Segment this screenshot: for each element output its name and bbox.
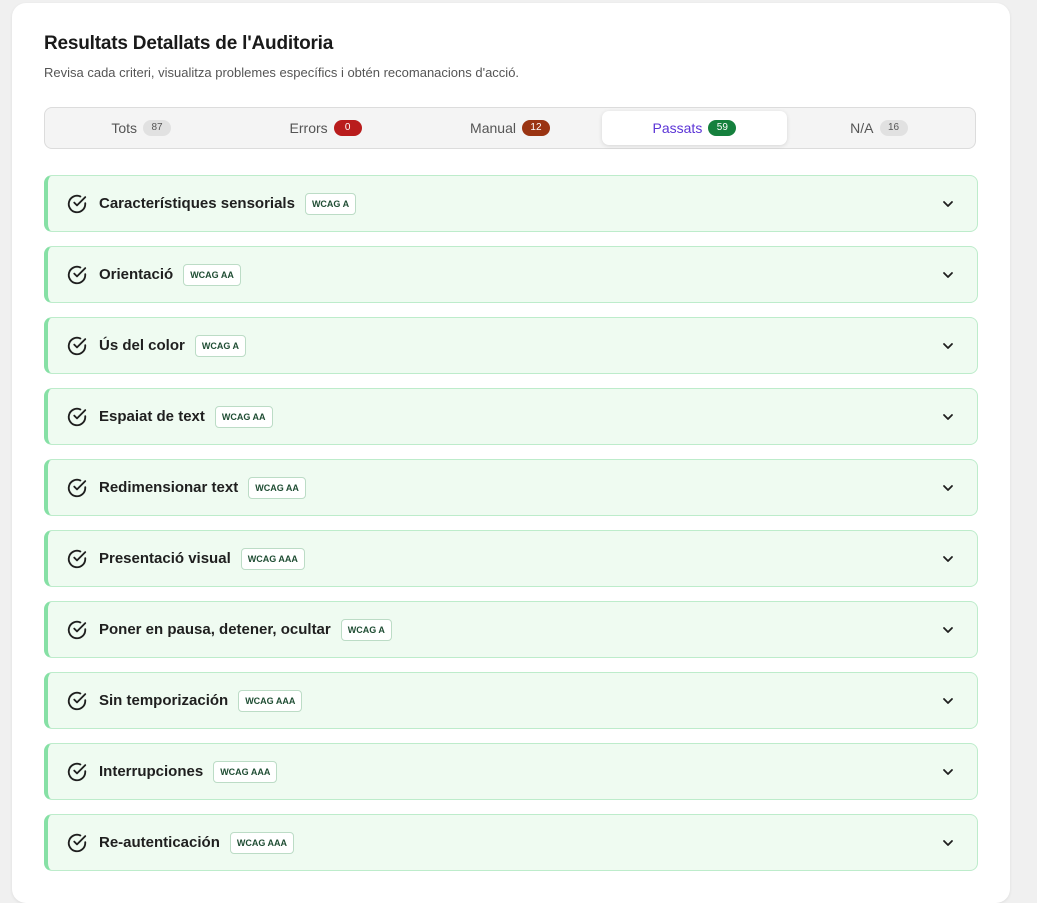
criterion-accordion-item[interactable]: Presentació visual WCAG AAA — [44, 530, 978, 587]
criterion-title: Re-autenticación — [99, 834, 220, 851]
chevron-down-icon[interactable] — [941, 552, 955, 566]
page-title: Resultats Detallats de l'Auditoria — [44, 33, 334, 54]
tab-label: Passats — [652, 120, 703, 136]
tab-label: Errors — [289, 120, 328, 136]
wcag-level-badge: WCAG AA — [183, 263, 241, 286]
criterion-title: Espaiat de text — [99, 408, 205, 425]
tab-errors[interactable]: Errors 0 — [233, 111, 417, 145]
criterion-title: Ús del color — [99, 337, 185, 354]
check-circle-icon — [67, 620, 87, 639]
chevron-down-icon[interactable] — [941, 339, 955, 353]
check-circle-icon — [67, 336, 87, 355]
chevron-down-icon[interactable] — [941, 694, 955, 708]
criterion-accordion-item[interactable]: Re-autenticación WCAG AAA — [44, 814, 978, 871]
tab-count-badge: 59 — [708, 120, 737, 136]
chevron-down-icon[interactable] — [941, 623, 955, 637]
criterion-title: Presentació visual — [99, 550, 231, 567]
criterion-title: Redimensionar text — [99, 479, 239, 496]
criterion-accordion-item[interactable]: Ús del color WCAG A — [44, 317, 978, 374]
chevron-down-icon[interactable] — [941, 836, 955, 850]
tab-all[interactable]: Tots 87 — [49, 111, 233, 145]
criterion-title: Característiques sensorials — [99, 195, 295, 212]
criterion-accordion-item[interactable]: Sin temporización WCAG AAA — [44, 672, 978, 729]
criteria-list: Característiques sensorials WCAG A Orien… — [44, 175, 978, 885]
tab-count-badge: 16 — [879, 120, 908, 136]
criterion-title: Interrupciones — [99, 763, 204, 780]
criterion-accordion-item[interactable]: Espaiat de text WCAG AA — [44, 388, 978, 445]
criterion-accordion-item[interactable]: Interrupciones WCAG AAA — [44, 743, 978, 800]
wcag-level-badge: WCAG AA — [248, 476, 306, 499]
wcag-level-badge: WCAG A — [304, 192, 357, 215]
check-circle-icon — [67, 549, 87, 568]
wcag-level-badge: WCAG A — [194, 334, 247, 357]
tab-not-applicable[interactable]: N/A 16 — [787, 111, 971, 145]
tab-passed[interactable]: Passats 59 — [602, 111, 787, 145]
tab-count-badge: 87 — [143, 120, 172, 136]
wcag-level-badge: WCAG AAA — [213, 760, 278, 783]
page-subtitle: Revisa cada criteri, visualitza probleme… — [44, 65, 520, 80]
check-circle-icon — [67, 407, 87, 426]
tab-label: Manual — [470, 120, 516, 136]
wcag-level-badge: WCAG AAA — [238, 689, 303, 712]
chevron-down-icon[interactable] — [941, 765, 955, 779]
tab-manual[interactable]: Manual 12 — [418, 111, 602, 145]
chevron-down-icon[interactable] — [941, 481, 955, 495]
criterion-accordion-item[interactable]: Orientació WCAG AA — [44, 246, 978, 303]
check-circle-icon — [67, 691, 87, 710]
criterion-accordion-item[interactable]: Poner en pausa, detener, ocultar WCAG A — [44, 601, 978, 658]
chevron-down-icon[interactable] — [941, 268, 955, 282]
filter-tabs: Tots 87 Errors 0 Manual 12 Passats 59 N/… — [44, 107, 976, 149]
check-circle-icon — [67, 265, 87, 284]
criterion-accordion-item[interactable]: Redimensionar text WCAG AA — [44, 459, 978, 516]
check-circle-icon — [67, 762, 87, 781]
tab-count-badge: 12 — [521, 120, 550, 136]
chevron-down-icon[interactable] — [941, 410, 955, 424]
criterion-title: Sin temporización — [99, 692, 229, 709]
chevron-down-icon[interactable] — [941, 197, 955, 211]
tab-label: N/A — [850, 120, 874, 136]
tab-label: Tots — [111, 120, 138, 136]
tab-count-badge: 0 — [333, 120, 362, 136]
check-circle-icon — [67, 194, 87, 213]
audit-results-card: Resultats Detallats de l'Auditoria Revis… — [12, 3, 1010, 903]
criterion-title: Orientació — [99, 266, 174, 283]
wcag-level-badge: WCAG AAA — [229, 831, 295, 854]
wcag-level-badge: WCAG AA — [214, 405, 273, 428]
criterion-title: Poner en pausa, detener, ocultar — [99, 621, 331, 638]
wcag-level-badge: WCAG AAA — [240, 547, 305, 570]
check-circle-icon — [67, 478, 87, 497]
criterion-accordion-item[interactable]: Característiques sensorials WCAG A — [44, 175, 978, 232]
check-circle-icon — [67, 833, 87, 852]
wcag-level-badge: WCAG A — [340, 618, 392, 641]
